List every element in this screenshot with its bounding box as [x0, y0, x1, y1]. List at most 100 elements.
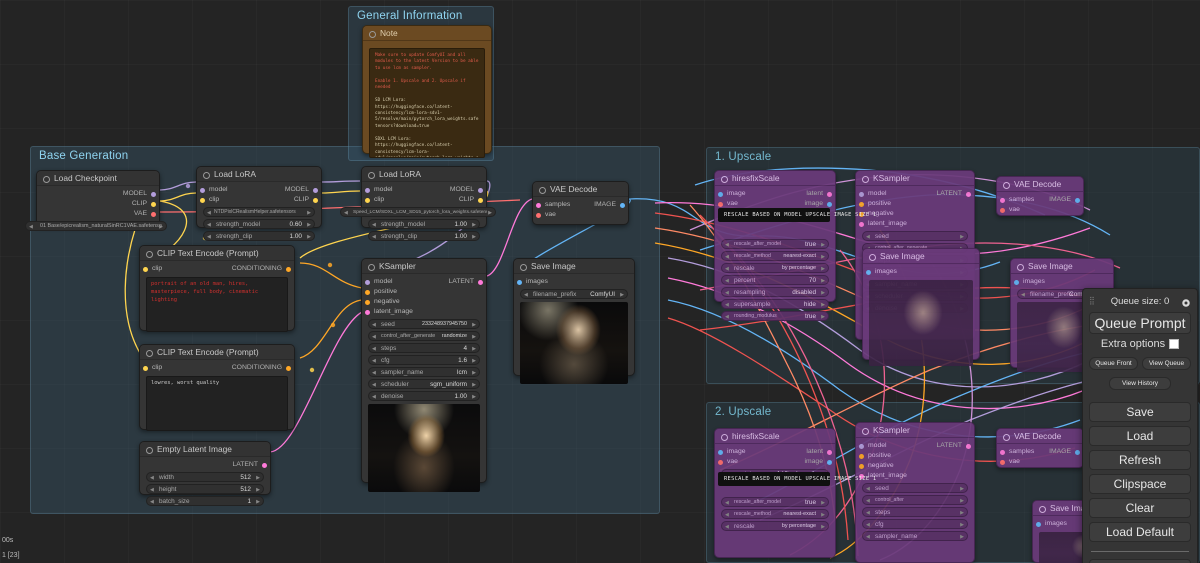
input-model[interactable]: model MODEL	[362, 185, 486, 195]
widget-denoise[interactable]: denoise 1.00	[368, 391, 480, 401]
input-vae[interactable]: vae	[997, 457, 1083, 467]
refresh-button[interactable]: Refresh	[1089, 450, 1191, 470]
widget-rescale-method[interactable]: rescale_method nearest-exact	[721, 509, 829, 519]
prompt-text-negative[interactable]: lowres, worst quality	[146, 376, 288, 431]
queue-prompt-button[interactable]: Queue Prompt	[1089, 312, 1191, 334]
widget-lora-name[interactable]: NTDPixlCRealismHelper.safetensors	[203, 207, 315, 217]
widget-percent[interactable]: percent 70	[721, 275, 829, 285]
input-vae[interactable]: vae	[997, 205, 1083, 215]
input-samples[interactable]: samples IMAGE	[997, 195, 1083, 205]
widget-strength-model[interactable]: strength_model 0.60	[203, 219, 315, 229]
widget-rounding-modulus[interactable]: rounding_modulus true	[721, 311, 829, 321]
clear-button[interactable]: Clear	[1089, 498, 1191, 518]
node-load-lora-1[interactable]: Load LoRA model MODEL clip CLIP NTDPixlC…	[196, 166, 322, 228]
input-latent-image[interactable]: latent_image	[856, 219, 974, 229]
view-queue-button[interactable]: View Queue	[1142, 357, 1191, 370]
widget-seed[interactable]: seed 233248937945750	[368, 319, 480, 329]
node-clip-text-encode-positive[interactable]: CLIP Text Encode (Prompt) clip CONDITION…	[139, 245, 295, 331]
input-images[interactable]: images	[1011, 277, 1113, 287]
input-model[interactable]: model LATENT	[856, 441, 974, 451]
clipspace-button[interactable]: Clipspace	[1089, 474, 1191, 494]
widget-scheduler[interactable]: scheduler sgm_uniform	[368, 379, 480, 389]
widget-supersample[interactable]: supersample hide	[721, 299, 829, 309]
input-images[interactable]: images	[514, 277, 634, 287]
manager-button[interactable]: Manager	[1089, 559, 1191, 563]
node-vae-decode-upscale-1[interactable]: VAE Decode samples IMAGE vae	[996, 176, 1084, 216]
save-button[interactable]: Save	[1089, 402, 1191, 422]
node-hiresfix-scale-1[interactable]: hiresfixScale image latent vae image mod…	[714, 170, 836, 302]
node-load-lora-2[interactable]: Load LoRA model MODEL clip CLIP Speed_LC…	[361, 166, 487, 228]
output-model[interactable]: MODEL	[37, 189, 159, 199]
widget-rescale[interactable]: rescale by percentage	[721, 263, 829, 273]
note-text[interactable]: Make sure to update ComfyUI and all modu…	[369, 48, 485, 158]
output-latent[interactable]: LATENT	[140, 460, 270, 470]
comfyui-canvas[interactable]: Base Generation General Information 1. U…	[0, 0, 1200, 563]
input-negative[interactable]: negative	[856, 461, 974, 471]
node-vae-decode-upscale-2[interactable]: VAE Decode samples IMAGE vae	[996, 428, 1084, 468]
widget-strength-model[interactable]: strength_model 1.00	[368, 219, 480, 229]
input-images[interactable]: images	[863, 267, 979, 277]
input-clip[interactable]: clip CLIP	[197, 195, 321, 205]
queue-front-button[interactable]: Queue Front	[1089, 357, 1138, 370]
widget-strength-clip[interactable]: strength_clip 1.00	[203, 231, 315, 241]
widget-resampling[interactable]: resampling disabled	[721, 287, 829, 297]
output-clip[interactable]: CLIP	[37, 199, 159, 209]
input-vae[interactable]: vae	[533, 210, 628, 220]
widget-strength-clip[interactable]: strength_clip 1.00	[368, 231, 480, 241]
extra-options-checkbox[interactable]	[1169, 339, 1179, 349]
input-model[interactable]: model LATENT	[856, 189, 974, 199]
widget-sampler-name[interactable]: sampler_name lcm	[368, 367, 480, 377]
drag-handle-icon[interactable]: ⣿	[1089, 296, 1096, 306]
widget-ckpt-name[interactable]: 01 Base/epicrealism_naturalSinRC1VAE.saf…	[25, 221, 167, 231]
widget-sampler-name[interactable]: sampler_name	[862, 531, 968, 541]
comfy-menu-panel[interactable]: ⣿ Queue size: 0 Queue Prompt Extra optio…	[1082, 288, 1198, 563]
extra-options-row[interactable]: Extra options	[1089, 338, 1191, 350]
input-negative[interactable]: negative	[362, 297, 486, 307]
load-button[interactable]: Load	[1089, 426, 1191, 446]
output-vae[interactable]: VAE	[37, 209, 159, 219]
input-samples[interactable]: samples IMAGE	[533, 200, 628, 210]
input-positive[interactable]: positive	[856, 199, 974, 209]
load-default-button[interactable]: Load Default	[1089, 522, 1191, 542]
widget-rescale[interactable]: rescale by percentage	[721, 521, 829, 531]
input-model[interactable]: model MODEL	[197, 185, 321, 195]
node-note[interactable]: Note Make sure to update ComfyUI and all…	[362, 25, 492, 154]
node-load-checkpoint[interactable]: Load Checkpoint MODEL CLIP VAE 01 Base/e…	[36, 170, 160, 226]
widget-filename-prefix[interactable]: filename_prefix ComfyUI	[520, 289, 628, 299]
node-vae-decode[interactable]: VAE Decode samples IMAGE vae	[532, 181, 629, 225]
widget-control-after[interactable]: control_after	[862, 495, 968, 505]
input-image[interactable]: image latent	[715, 189, 835, 199]
widget-cfg[interactable]: cfg 1.6	[368, 355, 480, 365]
input-samples[interactable]: samples IMAGE	[997, 447, 1083, 457]
node-ksampler-upscale-2[interactable]: KSampler model LATENT positive negative …	[855, 422, 975, 563]
widget-rescale-method[interactable]: rescale_method nearest-exact	[721, 251, 829, 261]
widget-rescale-after-model[interactable]: rescale_after_model true	[721, 497, 829, 507]
widget-width[interactable]: width 512	[146, 472, 264, 482]
input-clip[interactable]: clip CONDITIONING	[140, 363, 294, 373]
widget-control-after-generate[interactable]: control_after_generate randomize	[368, 331, 480, 341]
node-empty-latent-image[interactable]: Empty Latent Image LATENT width 512 heig…	[139, 441, 271, 495]
node-clip-text-encode-negative[interactable]: CLIP Text Encode (Prompt) clip CONDITION…	[139, 344, 295, 430]
widget-seed[interactable]: seed	[862, 231, 968, 241]
input-clip[interactable]: clip CLIP	[362, 195, 486, 205]
widget-steps[interactable]: steps	[862, 507, 968, 517]
widget-rescale-after-model[interactable]: rescale_after_model true	[721, 239, 829, 249]
widget-batch-size[interactable]: batch_size 1	[146, 496, 264, 506]
input-vae[interactable]: vae image	[715, 457, 835, 467]
node-ksampler[interactable]: KSampler model LATENT positive negative …	[361, 258, 487, 483]
node-preview-image-upscale-1[interactable]: Save Image images	[862, 248, 980, 360]
widget-seed[interactable]: seed	[862, 483, 968, 493]
prompt-text-positive[interactable]: portrait of an old man, hires, masterpie…	[146, 277, 288, 332]
view-history-button[interactable]: View History	[1109, 377, 1170, 390]
node-save-image[interactable]: Save Image images filename_prefix ComfyU…	[513, 258, 635, 376]
input-clip[interactable]: clip CONDITIONING	[140, 264, 294, 274]
widget-cfg[interactable]: cfg	[862, 519, 968, 529]
widget-steps[interactable]: steps 4	[368, 343, 480, 353]
input-positive[interactable]: positive	[362, 287, 486, 297]
widget-height[interactable]: height 512	[146, 484, 264, 494]
input-model[interactable]: model LATENT	[362, 277, 486, 287]
node-hiresfix-scale-2[interactable]: hiresfixScale image latent vae image mod…	[714, 428, 836, 558]
widget-lora-name[interactable]: Speed_LCM/SDXL_LCM_SD15_pytorch_lora_wei…	[340, 207, 496, 217]
input-latent-image[interactable]: latent_image	[362, 307, 486, 317]
input-image[interactable]: image latent	[715, 447, 835, 457]
